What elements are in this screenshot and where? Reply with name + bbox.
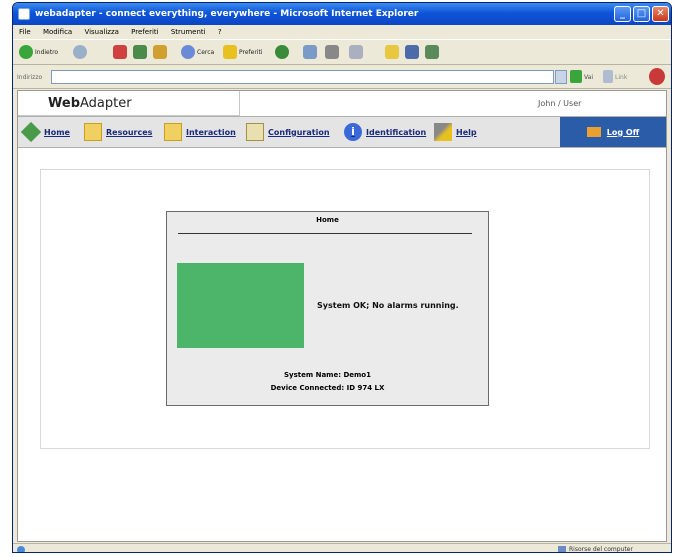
menu-tools[interactable]: Strumenti	[171, 28, 206, 36]
edit-icon[interactable]	[349, 45, 363, 59]
minimize-button[interactable]: _	[614, 6, 631, 22]
refresh-icon[interactable]	[133, 45, 147, 59]
go-icon[interactable]	[570, 70, 582, 83]
zone-label: Risorse del computer	[569, 546, 633, 553]
favorites-label[interactable]: Preferiti	[239, 49, 263, 56]
back-label[interactable]: Indietro	[35, 49, 58, 56]
menu-file[interactable]: File	[19, 28, 31, 36]
page-content: WebAdapter John / User Home Resources In…	[17, 90, 667, 542]
page-status-icon	[17, 546, 25, 552]
messenger-icon[interactable]	[405, 45, 419, 59]
brand-logo: WebAdapter	[18, 91, 240, 116]
menu-favorites[interactable]: Preferiti	[131, 28, 158, 36]
history-icon[interactable]	[275, 45, 289, 59]
go-label[interactable]: Vai	[584, 74, 593, 81]
mail-icon[interactable]	[303, 45, 317, 59]
folder-icon	[164, 123, 182, 141]
links-icon[interactable]	[603, 70, 613, 83]
wand-icon	[434, 123, 452, 141]
card-title: Home	[316, 216, 339, 224]
nav-help-label[interactable]: Help	[456, 128, 477, 137]
menu-help[interactable]: ?	[218, 28, 222, 36]
forward-icon[interactable]	[73, 45, 87, 59]
config-icon	[246, 123, 264, 141]
address-label: Indirizzo	[17, 74, 43, 81]
nav-resources[interactable]: Resources	[84, 117, 152, 147]
back-icon[interactable]	[19, 45, 33, 59]
device-connected: Device Connected: ID 974 LX	[270, 384, 385, 392]
nav-interaction[interactable]: Interaction	[164, 117, 236, 147]
browser-window: webadapter - connect everything, everywh…	[12, 2, 672, 553]
main-nav: Home Resources Interaction Configuration…	[18, 116, 666, 148]
nav-home[interactable]: Home	[20, 117, 70, 147]
home-icon	[20, 121, 42, 143]
folder-icon	[84, 123, 102, 141]
status-indicator	[177, 263, 304, 348]
menu-bar: File Modifica Visualizza Preferiti Strum…	[13, 25, 671, 39]
nav-identification[interactable]: i Identification	[344, 117, 426, 147]
extension-icon[interactable]	[649, 68, 665, 85]
computer-icon	[558, 546, 566, 552]
maximize-button[interactable]: □	[633, 6, 650, 22]
ie-icon	[18, 8, 30, 20]
nav-resources-label[interactable]: Resources	[106, 128, 152, 137]
address-dropdown-button[interactable]	[555, 70, 567, 84]
address-input[interactable]	[51, 70, 554, 84]
close-button[interactable]: ✕	[652, 6, 669, 22]
status-bar: Risorse del computer	[13, 543, 671, 553]
folder-toolbar-icon[interactable]	[385, 45, 399, 59]
home-browser-icon[interactable]	[153, 45, 167, 59]
logoff-label[interactable]: Log Off	[607, 128, 639, 137]
links-label[interactable]: Link	[615, 74, 627, 81]
system-name: System Name: Demo1	[284, 371, 371, 379]
nav-home-label[interactable]: Home	[44, 128, 70, 137]
logoff-button[interactable]: Log Off	[560, 117, 666, 147]
nav-configuration-label[interactable]: Configuration	[268, 128, 330, 137]
address-bar: Indirizzo Vai Link	[13, 65, 671, 89]
menu-edit[interactable]: Modifica	[43, 28, 72, 36]
nav-identification-label[interactable]: Identification	[366, 128, 426, 137]
menu-view[interactable]: Visualizza	[84, 28, 118, 36]
nav-configuration[interactable]: Configuration	[246, 117, 330, 147]
print-icon[interactable]	[325, 45, 339, 59]
nav-help[interactable]: Help	[434, 117, 477, 147]
browser-toolbar: Indietro Cerca Preferiti	[13, 39, 671, 65]
search-icon[interactable]	[181, 45, 195, 59]
main-panel: Home System OK; No alarms running. Syste…	[40, 169, 650, 449]
search-label[interactable]: Cerca	[197, 49, 214, 56]
status-text: System OK; No alarms running.	[317, 301, 459, 310]
nav-interaction-label[interactable]: Interaction	[186, 128, 236, 137]
favorites-icon[interactable]	[223, 45, 237, 59]
current-user: John / User	[538, 99, 582, 108]
logoff-icon	[586, 127, 601, 137]
title-bar: webadapter - connect everything, everywh…	[13, 3, 671, 25]
stop-icon[interactable]	[113, 45, 127, 59]
window-title: webadapter - connect everything, everywh…	[35, 9, 419, 19]
info-icon: i	[344, 123, 362, 141]
home-status-card: Home System OK; No alarms running. Syste…	[166, 211, 489, 406]
card-divider	[178, 233, 472, 234]
tools-icon[interactable]	[425, 45, 439, 59]
